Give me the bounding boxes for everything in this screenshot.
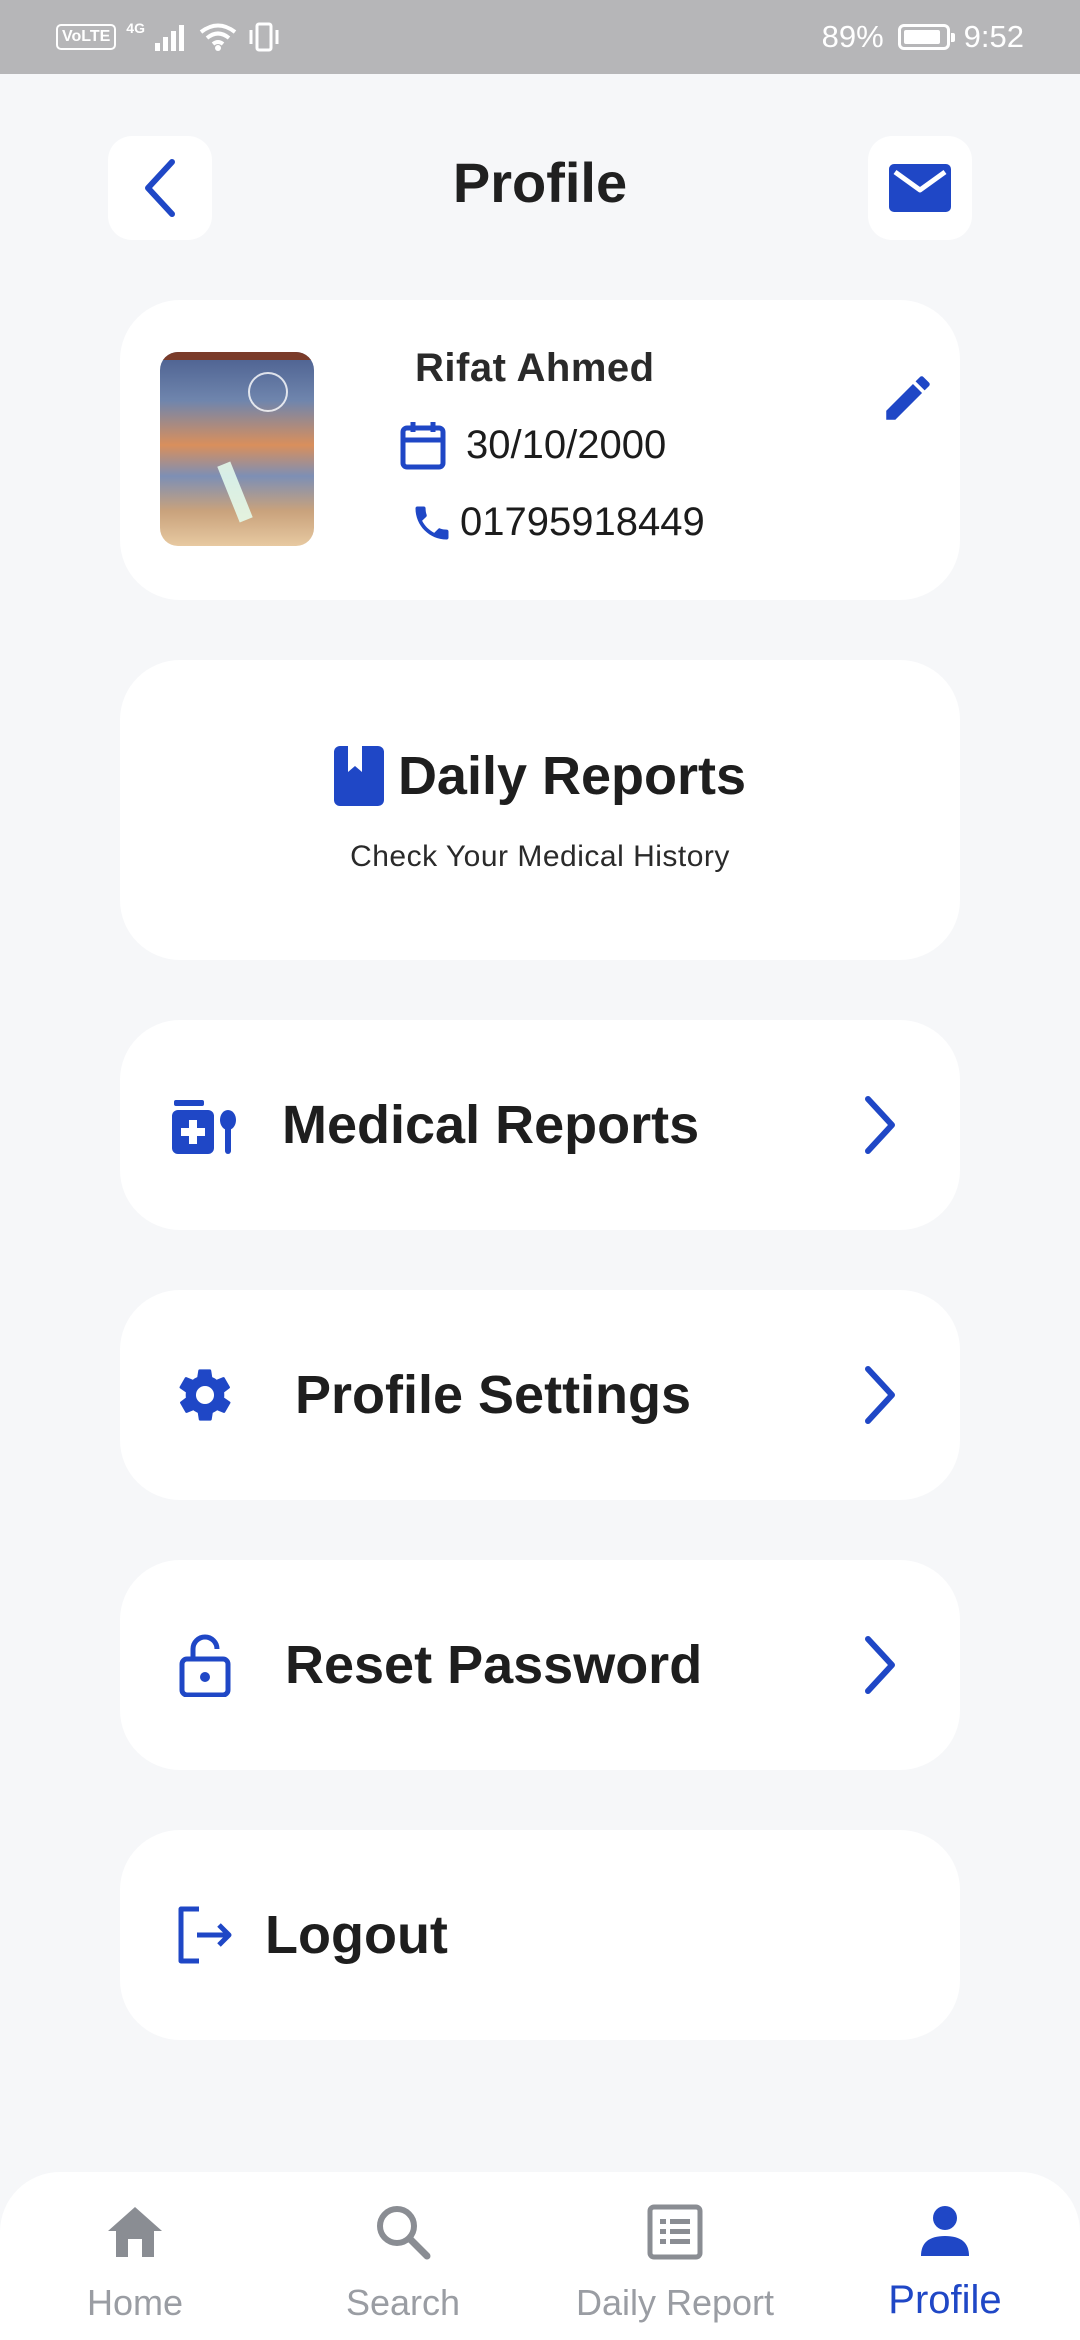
- logout-icon: [178, 1906, 232, 1964]
- profile-card: Rifat Ahmed 30/10/2000 01795918449: [120, 300, 960, 600]
- chevron-right-icon: [865, 1636, 895, 1694]
- daily-reports-card[interactable]: Daily Reports Check Your Medical History: [120, 660, 960, 960]
- battery-percent: 89%: [821, 19, 884, 54]
- daily-reports-subtitle: Check Your Medical History: [350, 840, 730, 873]
- vibrate-icon: [249, 22, 279, 52]
- chevron-right-icon: [865, 1096, 895, 1154]
- nav-search[interactable]: Search: [293, 2202, 513, 2332]
- profile-settings-item[interactable]: Profile Settings: [120, 1290, 960, 1500]
- home-icon: [108, 2207, 162, 2257]
- medical-reports-label: Medical Reports: [282, 1095, 700, 1155]
- mail-icon: [889, 164, 951, 212]
- avatar: [160, 352, 314, 546]
- clock: 9:52: [963, 19, 1024, 54]
- phone-value: 01795918449: [460, 500, 705, 544]
- medical-reports-item[interactable]: Medical Reports: [120, 1020, 960, 1230]
- reset-password-label: Reset Password: [285, 1635, 703, 1695]
- nav-search-label: Search: [345, 2282, 461, 2323]
- battery-icon: [897, 24, 955, 50]
- lock-icon: [179, 1634, 231, 1697]
- nav-home[interactable]: Home: [25, 2202, 245, 2332]
- nav-profile[interactable]: Profile: [835, 2202, 1055, 2332]
- wifi-icon: [199, 23, 237, 51]
- reset-password-item[interactable]: Reset Password: [120, 1560, 960, 1770]
- bottom-nav: Home Search Daily Report Profile: [0, 2172, 1080, 2340]
- nav-daily-report-label: Daily Report: [575, 2282, 775, 2323]
- profile-name: Rifat Ahmed: [415, 346, 655, 390]
- signal-icon: [154, 25, 184, 51]
- edit-profile-button[interactable]: [878, 368, 938, 428]
- medical-kit-icon: [172, 1100, 236, 1154]
- phone-icon: [415, 506, 449, 539]
- gear-icon: [179, 1369, 231, 1421]
- dob-row: 30/10/2000: [400, 420, 666, 470]
- dob-value: 30/10/2000: [466, 422, 667, 467]
- list-icon: [647, 2204, 703, 2260]
- logout-label: Logout: [265, 1905, 448, 1965]
- chevron-right-icon: [865, 1366, 895, 1424]
- pencil-icon: [886, 376, 930, 420]
- mail-button[interactable]: [868, 136, 972, 240]
- status-bar: VoLTE 4G 89% 9:52: [0, 0, 1080, 74]
- daily-reports-title: Daily Reports: [397, 746, 747, 806]
- calendar-icon: [400, 422, 446, 470]
- nav-home-label: Home: [86, 2282, 184, 2323]
- volte-indicator: VoLTE: [56, 24, 117, 50]
- network-type: 4G: [126, 20, 145, 36]
- search-icon: [377, 2206, 431, 2260]
- logout-item[interactable]: Logout: [120, 1830, 960, 2040]
- nav-profile-label: Profile: [888, 2278, 1002, 2322]
- nav-daily-report[interactable]: Daily Report: [565, 2202, 785, 2332]
- phone-row: 01795918449: [410, 500, 705, 545]
- profile-settings-label: Profile Settings: [295, 1365, 692, 1425]
- person-icon: [921, 2206, 969, 2256]
- book-icon: [333, 746, 384, 806]
